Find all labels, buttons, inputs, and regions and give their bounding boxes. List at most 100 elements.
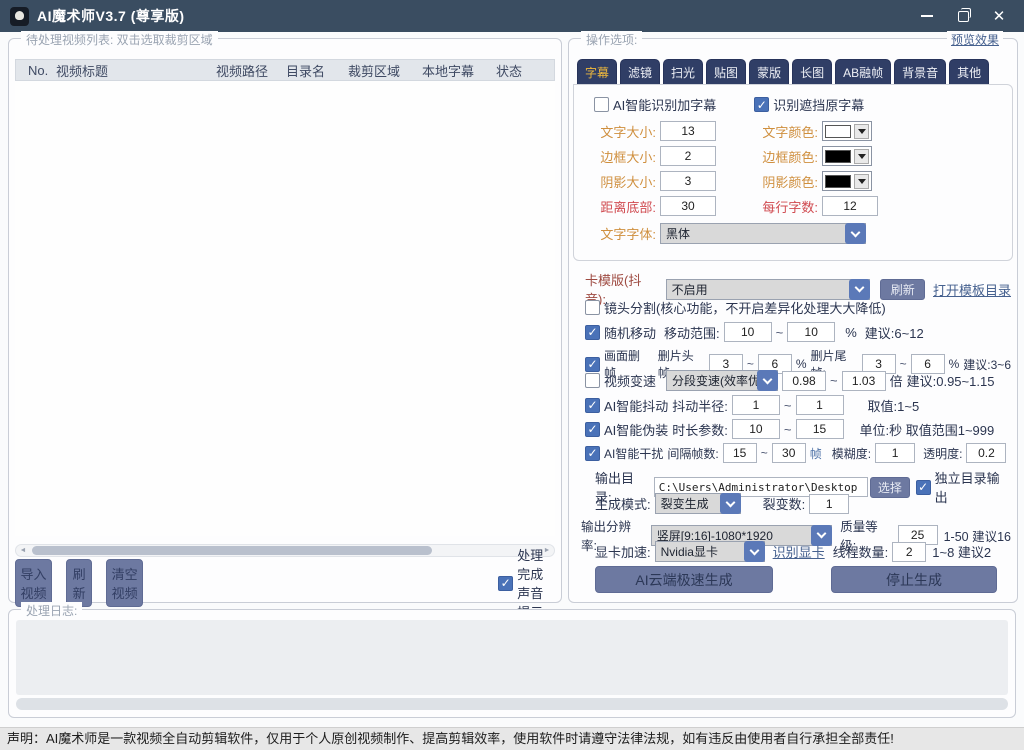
interval-max-input[interactable] xyxy=(771,443,806,463)
chars-per-line-input[interactable] xyxy=(822,196,878,216)
options-panel: 操作选项: 预览效果 字幕 滤镜 扫光 贴图 蒙版 长图 AB融帧 背景音 其他… xyxy=(568,31,1018,603)
blur-input[interactable] xyxy=(875,443,916,463)
minimize-button[interactable] xyxy=(916,5,938,27)
dropdown-arrow-icon[interactable] xyxy=(854,123,869,139)
duration-param-label: 时长参数: xyxy=(672,422,728,438)
import-videos-button[interactable]: 导入视频 xyxy=(15,559,53,607)
ai-interfere-label: AI智能干扰 xyxy=(604,446,664,461)
tab-filter[interactable]: 滤镜 xyxy=(620,59,661,84)
log-hscrollbar[interactable] xyxy=(16,698,1008,710)
move-range-hint: 建议:6~12 xyxy=(864,325,924,341)
gpu-row: 显卡加速: Nvidia显卡 识别显卡 线程数量: 1~8 建议2 xyxy=(595,541,1011,562)
font-dropdown[interactable]: 黑体 xyxy=(660,223,866,244)
column-no[interactable]: No. xyxy=(28,63,48,78)
column-status[interactable]: 状态 xyxy=(496,61,522,80)
shadow-color-dropdown[interactable] xyxy=(822,171,872,191)
cover-original-subtitle-checkbox[interactable]: 识别遮挡原字幕 xyxy=(754,95,864,114)
column-local-subtitle[interactable]: 本地字幕 xyxy=(422,61,474,80)
ai-shake-checkbox[interactable]: AI智能抖动 xyxy=(585,396,668,415)
random-move-checkbox[interactable]: 随机移动 xyxy=(585,323,656,342)
range-separator: ~ xyxy=(760,446,768,460)
ai-disguise-checkbox[interactable]: AI智能伪装 xyxy=(585,420,668,439)
stop-generate-button[interactable]: 停止生成 xyxy=(831,566,997,593)
video-table-body[interactable] xyxy=(15,81,555,536)
interval-min-input[interactable] xyxy=(722,443,757,463)
checkbox-checked-icon xyxy=(585,445,600,461)
video-speed-checkbox[interactable]: 视频变速 xyxy=(585,371,656,390)
tab-long-image[interactable]: 长图 xyxy=(792,59,833,84)
column-dir-name[interactable]: 目录名 xyxy=(286,61,325,80)
range-separator: ~ xyxy=(899,357,907,371)
dropdown-arrow-icon[interactable] xyxy=(854,173,869,189)
ai-add-subtitle-checkbox[interactable]: AI智能识别加字幕 xyxy=(594,95,716,114)
lens-split-row: 镜头分割(核心功能，不开启差异化处理大大降低) xyxy=(585,298,1011,317)
shake-hint: 取值:1~5 xyxy=(867,398,920,414)
range-separator: ~ xyxy=(830,373,838,388)
move-range-max-input[interactable] xyxy=(787,322,836,342)
checkbox-checked-icon xyxy=(585,324,600,340)
open-template-dir-link[interactable]: 打开模板目录 xyxy=(933,280,1011,299)
speed-mode-value: 分段变速(效率优 xyxy=(672,374,758,388)
shake-max-input[interactable] xyxy=(795,395,844,415)
template-dropdown[interactable]: 不启用 xyxy=(665,278,871,300)
tab-subtitle[interactable]: 字幕 xyxy=(577,59,618,84)
shake-min-input[interactable] xyxy=(731,395,780,415)
video-list-panel: 待处理视频列表: 双击选取裁剪区域 No. 视频标题 视频路径 目录名 裁剪区域… xyxy=(8,31,562,620)
tab-sweep-light[interactable]: 扫光 xyxy=(663,59,704,84)
threads-input[interactable] xyxy=(892,541,927,562)
chevron-down-icon[interactable] xyxy=(757,370,779,391)
gen-mode-dropdown[interactable]: 裂变生成 xyxy=(654,493,741,514)
video-list-hscrollbar[interactable]: ◄ ► xyxy=(15,544,555,557)
border-color-swatch xyxy=(825,149,851,163)
opacity-input[interactable] xyxy=(966,443,1007,463)
duration-max-input[interactable] xyxy=(795,419,844,439)
tab-other[interactable]: 其他 xyxy=(949,59,990,84)
gen-mode-value: 裂变生成 xyxy=(660,497,709,511)
scroll-left-icon[interactable]: ◄ xyxy=(16,547,30,554)
maximize-button[interactable] xyxy=(952,5,974,27)
tab-mask[interactable]: 蒙版 xyxy=(749,59,790,84)
font-value: 黑体 xyxy=(666,227,691,241)
hscrollbar-thumb[interactable] xyxy=(32,546,432,555)
border-color-dropdown[interactable] xyxy=(822,146,872,166)
speed-min-input[interactable] xyxy=(782,370,827,391)
ai-interfere-checkbox[interactable]: AI智能干扰 xyxy=(585,445,663,462)
bottom-distance-input[interactable] xyxy=(660,196,716,216)
cover-original-subtitle-label: 识别遮挡原字幕 xyxy=(773,98,865,113)
fission-count-input[interactable] xyxy=(809,493,850,514)
dropdown-arrow-icon[interactable] xyxy=(854,148,869,164)
template-refresh-button[interactable]: 刷新 xyxy=(880,278,925,300)
move-range-min-input[interactable] xyxy=(723,322,772,342)
clear-videos-button[interactable]: 清空视频 xyxy=(106,559,144,607)
video-list-legend: 待处理视频列表: 双击选取裁剪区域 xyxy=(21,31,218,48)
text-size-input[interactable] xyxy=(660,121,716,141)
close-button[interactable]: ✕ xyxy=(988,5,1010,27)
video-table-header: No. 视频标题 视频路径 目录名 裁剪区域 本地字幕 状态 xyxy=(15,59,555,81)
duration-min-input[interactable] xyxy=(731,419,780,439)
chevron-down-icon[interactable] xyxy=(719,493,741,514)
border-size-input[interactable] xyxy=(660,146,716,166)
titlebar: AI魔术师V3.7 (尊享版) ✕ xyxy=(0,0,1024,32)
chevron-down-icon[interactable] xyxy=(845,223,866,244)
gpu-dropdown[interactable]: Nvidia显卡 xyxy=(654,541,765,562)
column-crop-area[interactable]: 裁剪区域 xyxy=(348,61,400,80)
detect-gpu-link[interactable]: 识别显卡 xyxy=(773,542,825,561)
chevron-down-icon[interactable] xyxy=(849,278,871,300)
column-video-title[interactable]: 视频标题 xyxy=(56,61,108,80)
refresh-list-button[interactable]: 刷新 xyxy=(66,559,93,607)
speed-mode-dropdown[interactable]: 分段变速(效率优 xyxy=(666,370,779,391)
ai-interfere-row: AI智能干扰 间隔帧数: ~ 帧 模糊度: 透明度: xyxy=(585,443,1011,463)
shadow-size-input[interactable] xyxy=(660,171,716,191)
gen-mode-row: 生成模式: 裂变生成 裂变数: xyxy=(595,493,1011,514)
chevron-down-icon[interactable] xyxy=(743,541,765,562)
cloud-generate-button[interactable]: AI云端极速生成 xyxy=(595,566,773,593)
log-content[interactable] xyxy=(16,620,1008,695)
speed-max-input[interactable] xyxy=(841,370,886,391)
text-color-dropdown[interactable] xyxy=(822,121,872,141)
preview-effect-link[interactable]: 预览效果 xyxy=(946,31,1003,48)
lens-split-checkbox[interactable]: 镜头分割(核心功能，不开启差异化处理大大降低) xyxy=(585,298,886,317)
tab-bgm[interactable]: 背景音 xyxy=(894,59,947,84)
tab-ab-blend[interactable]: AB融帧 xyxy=(835,59,892,84)
tab-sticker[interactable]: 贴图 xyxy=(706,59,747,84)
column-video-path[interactable]: 视频路径 xyxy=(216,61,268,80)
